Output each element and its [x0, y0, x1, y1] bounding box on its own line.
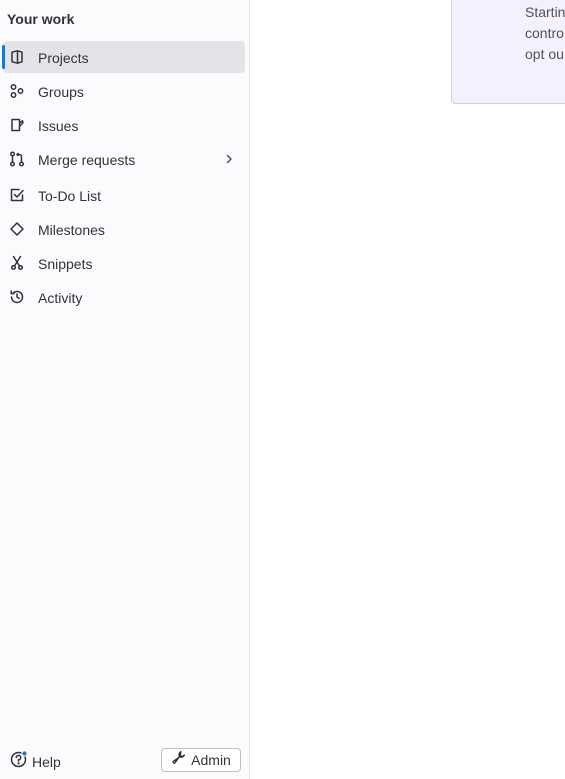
sidebar-item-snippets[interactable]: Snippets [3, 247, 245, 279]
group-icon [9, 83, 25, 99]
snippet-icon [9, 255, 25, 271]
sidebar-item-activity[interactable]: Activity [3, 281, 245, 313]
sidebar-item-milestones[interactable]: Milestones [3, 213, 245, 245]
admin-button[interactable]: Admin [161, 748, 241, 772]
history-icon [9, 289, 25, 305]
sidebar-item-projects[interactable]: Projects [2, 41, 245, 73]
sidebar: Your work Projects Groups Issues Merge r… [0, 0, 250, 779]
help-label: Help [32, 753, 61, 770]
chevron-right-icon [223, 152, 235, 166]
sidebar-item-label: Milestones [38, 222, 105, 238]
sidebar-item-label: To-Do List [38, 188, 102, 204]
sidebar-item-merge-requests[interactable]: Merge requests [3, 143, 245, 175]
help-icon [10, 750, 28, 773]
sidebar-item-label: Issues [38, 118, 79, 134]
main-content: Startin contro opt ou [251, 0, 565, 779]
sidebar-item-label: Activity [38, 290, 83, 306]
sidebar-item-label: Groups [38, 84, 84, 100]
sidebar-item-label: Snippets [38, 256, 93, 272]
banner-text-line: contro [525, 25, 564, 41]
wrench-icon [171, 750, 186, 770]
sidebar-item-groups[interactable]: Groups [3, 75, 245, 107]
admin-label: Admin [191, 752, 231, 768]
sidebar-footer: Help Admin [0, 739, 250, 779]
milestone-icon [9, 221, 25, 237]
banner-text-line: Startin [525, 4, 565, 20]
sidebar-item-label: Merge requests [38, 152, 136, 168]
sidebar-item-issues[interactable]: Issues [3, 109, 245, 141]
sidebar-item-todo-list[interactable]: To-Do List [3, 179, 245, 211]
section-title: Your work [7, 11, 75, 27]
todo-icon [9, 187, 25, 203]
notice-banner: Startin contro opt ou [451, 0, 565, 104]
sidebar-nav: Projects Groups Issues Merge requests To… [0, 41, 250, 315]
banner-text-line: opt ou [525, 46, 564, 62]
issues-icon [9, 117, 25, 133]
help-button[interactable]: Help [10, 750, 61, 773]
project-icon [9, 49, 25, 65]
merge-request-icon [9, 151, 25, 167]
sidebar-item-label: Projects [38, 50, 89, 66]
